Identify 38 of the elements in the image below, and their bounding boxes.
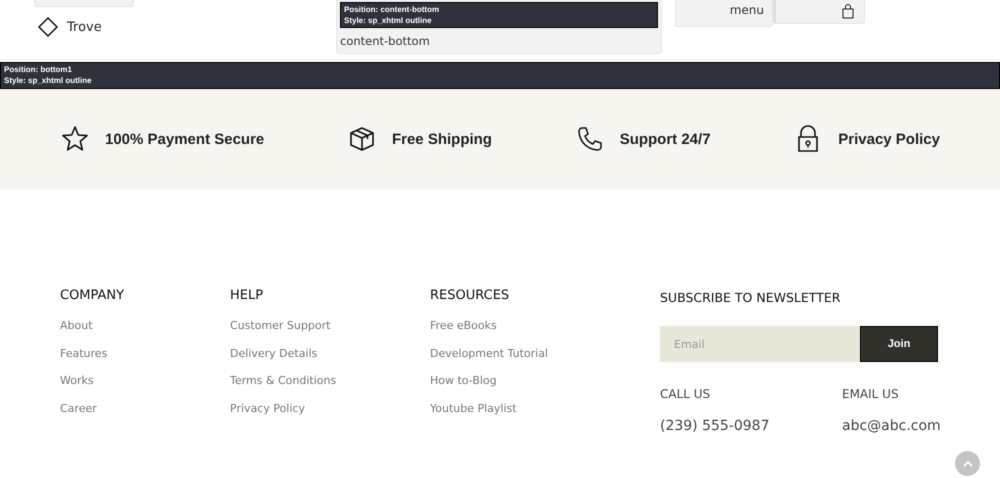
footer-link[interactable]: Customer Support <box>230 319 330 333</box>
join-button[interactable]: Join <box>860 326 938 362</box>
footer-link[interactable]: Development Tutorial <box>430 346 548 360</box>
phone-icon <box>576 125 604 153</box>
column-title: RESOURCES <box>430 288 510 303</box>
feature-label: Support 24/7 <box>620 130 711 148</box>
footer-link[interactable]: Terms & Conditions <box>230 374 336 388</box>
column-title: COMPANY <box>60 288 124 303</box>
contact-label: EMAIL US <box>842 387 900 401</box>
contact-label: CALL US <box>660 387 712 401</box>
position-tooltip: Position: content-bottom Style: sp_xhtml outline <box>340 2 658 28</box>
diamond-icon <box>37 16 59 38</box>
footer-link[interactable]: Features <box>60 346 108 360</box>
footer-link[interactable]: Free eBooks <box>430 319 497 333</box>
position-bar: Position: bottom1 Style: sp_xhtml outline <box>0 62 1000 89</box>
footer-link[interactable]: Works <box>60 374 94 388</box>
newsletter-title: SUBSCRIBE TO NEWSLETTER <box>660 290 842 305</box>
footer-link[interactable]: Privacy Policy <box>230 402 305 416</box>
contact-value: abc@abc.com <box>842 418 938 434</box>
bag-icon <box>842 4 854 19</box>
menu-button[interactable]: menu <box>675 0 773 27</box>
logo-text[interactable]: Trove <box>67 20 102 34</box>
caret-icon <box>962 460 972 466</box>
feature-label: Privacy Policy <box>838 130 940 148</box>
box-icon <box>348 125 376 153</box>
star-icon <box>61 125 89 153</box>
module-label: content-bottom <box>340 34 431 48</box>
feature-label: 100% Payment Secure <box>105 130 264 148</box>
contact-value: (239) 555-0987 <box>660 418 770 434</box>
footer-link[interactable]: Career <box>60 402 97 416</box>
cart-button[interactable] <box>773 0 865 24</box>
column-title: HELP <box>230 288 264 303</box>
email-field[interactable]: Email <box>660 326 860 362</box>
footer-link[interactable]: About <box>60 319 93 333</box>
footer-link[interactable]: Delivery Details <box>230 346 318 360</box>
footer-link[interactable]: How to-Blog <box>430 374 497 388</box>
feature-label: Free Shipping <box>392 130 492 148</box>
footer-link[interactable]: Youtube Playlist <box>430 402 517 416</box>
